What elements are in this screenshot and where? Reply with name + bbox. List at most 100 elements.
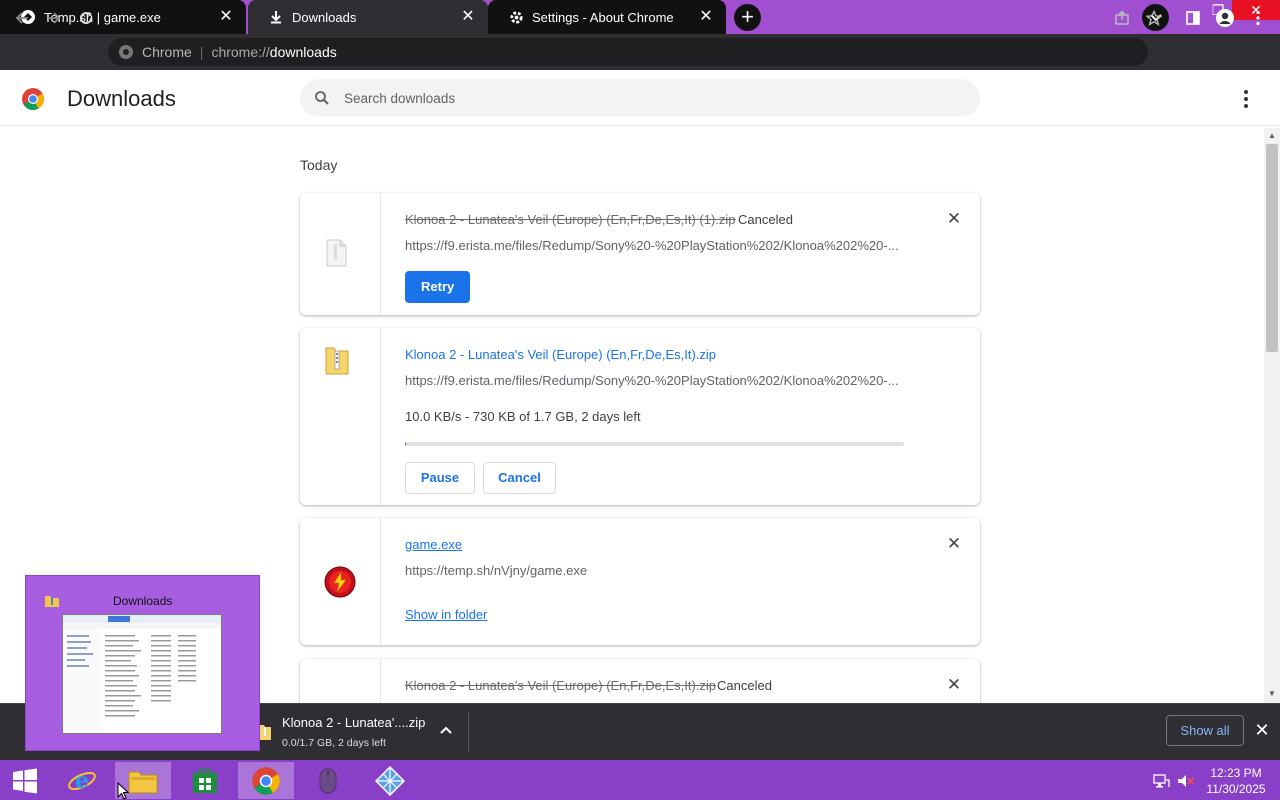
mouse-icon	[319, 768, 337, 793]
vertical-scrollbar[interactable]: ▲ ▼	[1264, 128, 1280, 703]
download-url: https://f9.erista.me/files/Redump/Sony%2…	[405, 238, 899, 253]
taskbar-store[interactable]	[177, 762, 233, 799]
mouse-cursor-icon	[117, 782, 129, 800]
folder-icon	[128, 771, 158, 793]
taskbar-pattern-app[interactable]	[362, 762, 418, 799]
share-button[interactable]	[1109, 5, 1135, 31]
chrome-icon	[252, 766, 280, 795]
reload-button[interactable]	[73, 5, 99, 31]
download-filename: Klonoa 2 - Lunatea's Veil (Europe) (En,F…	[405, 212, 736, 227]
back-button[interactable]	[9, 5, 35, 31]
download-filename-link[interactable]: Klonoa 2 - Lunatea's Veil (Europe) (En,F…	[405, 347, 716, 362]
file-icon-column	[300, 518, 381, 645]
windows-logo-icon	[13, 768, 37, 793]
network-icon[interactable]	[1152, 772, 1170, 790]
thumbnail-window-image	[62, 614, 222, 734]
diamond-grid-icon	[375, 765, 405, 796]
file-icon-column	[300, 193, 381, 315]
tab-temp-sh[interactable]: Temp.sh | game.exe ✕	[0, 0, 246, 34]
star-icon	[1146, 10, 1162, 26]
remove-item-close-icon[interactable]: ✕	[946, 210, 962, 227]
tab-label: Downloads	[292, 9, 357, 25]
download-status: Canceled	[738, 212, 793, 227]
download-status: Canceled	[717, 678, 772, 693]
start-button[interactable]	[0, 762, 50, 799]
clock-date: 11/30/2025	[1206, 782, 1266, 796]
shelf-divider	[468, 712, 469, 752]
search-icon	[315, 91, 329, 105]
scroll-down-arrow-icon[interactable]: ▼	[1267, 689, 1277, 699]
tab-label: Temp.sh | game.exe	[44, 9, 161, 25]
site-label: Chrome	[142, 44, 192, 60]
file-icon-column	[300, 328, 381, 505]
page-title: Downloads	[67, 86, 176, 111]
store-icon	[193, 768, 217, 793]
download-item-completed: game.exe https://temp.sh/nVjny/game.exe …	[300, 518, 980, 645]
exe-app-icon	[324, 566, 356, 598]
tab-settings[interactable]: Settings - About Chrome ✕	[488, 0, 726, 34]
download-progress-text: 10.0 KB/s - 730 KB of 1.7 GB, 2 days lef…	[405, 409, 641, 424]
shelf-item-name: Klonoa 2 - Lunatea'....zip	[282, 715, 426, 730]
reload-icon	[80, 12, 93, 25]
shelf-close-icon[interactable]: ✕	[1254, 721, 1270, 739]
cancel-button[interactable]: Cancel	[483, 462, 556, 494]
file-icon	[326, 239, 347, 267]
profile-button[interactable]	[1212, 5, 1238, 31]
taskbar-internet-explorer[interactable]: e	[54, 762, 110, 799]
zip-folder-icon	[325, 347, 349, 375]
download-filename-link[interactable]: game.exe	[405, 537, 462, 552]
kebab-menu-icon	[1256, 10, 1260, 26]
download-icon	[268, 9, 284, 25]
tab-close-icon[interactable]: ✕	[698, 9, 714, 25]
bookmark-button[interactable]	[1141, 5, 1167, 31]
gear-icon	[508, 9, 524, 25]
search-downloads-input[interactable]: Search downloads	[300, 79, 980, 117]
remove-item-close-icon[interactable]: ✕	[946, 535, 962, 552]
tab-downloads[interactable]: Downloads ✕	[248, 0, 488, 34]
shelf-item-status: 0.0/1.7 GB, 2 days left	[282, 737, 386, 749]
taskbar-clock[interactable]: 12:23 PM 11/30/2025	[1200, 765, 1272, 797]
chrome-site-icon	[119, 45, 133, 59]
downloads-menu-button[interactable]	[1236, 88, 1256, 110]
scroll-up-arrow-icon[interactable]: ▲	[1267, 131, 1277, 141]
volume-muted-icon[interactable]	[1176, 772, 1194, 790]
address-bar[interactable]: Chrome | chrome://downloads	[108, 38, 1148, 66]
side-panel-button[interactable]	[1180, 5, 1206, 31]
share-icon	[1115, 10, 1129, 25]
clock-time: 12:23 PM	[1210, 766, 1262, 780]
internet-explorer-icon: e	[68, 768, 96, 794]
browser-menu-button[interactable]	[1245, 5, 1271, 31]
arrow-left-icon	[15, 12, 28, 24]
tab-close-icon[interactable]: ✕	[218, 9, 234, 25]
chevron-up-icon[interactable]	[438, 723, 454, 739]
download-url: https://f9.erista.me/files/Redump/Sony%2…	[405, 373, 899, 388]
tab-close-icon[interactable]: ✕	[460, 9, 476, 25]
remove-item-close-icon[interactable]: ✕	[946, 676, 962, 693]
pause-button[interactable]: Pause	[405, 462, 475, 494]
avatar-icon	[1216, 9, 1234, 27]
date-section-heading: Today	[300, 157, 338, 173]
side-panel-icon	[1186, 11, 1200, 25]
show-in-folder-link[interactable]: Show in folder	[405, 607, 487, 622]
show-all-button[interactable]: Show all	[1166, 715, 1244, 746]
search-placeholder: Search downloads	[344, 90, 456, 106]
taskbar-mouse-app[interactable]	[300, 762, 356, 799]
folder-icon	[45, 596, 59, 607]
taskbar-chrome[interactable]	[238, 762, 294, 799]
zip-folder-icon	[259, 724, 271, 740]
arrow-right-icon	[48, 12, 61, 24]
svg-text:e: e	[75, 768, 89, 794]
download-item-canceled: Klonoa 2 - Lunatea's Veil (Europe) (En,F…	[300, 193, 980, 315]
new-tab-button[interactable]: +	[734, 4, 761, 31]
scrollbar-thumb[interactable]	[1266, 144, 1278, 352]
tab-label: Settings - About Chrome	[532, 9, 674, 25]
download-progress-bar	[405, 442, 904, 446]
address-divider: |	[199, 44, 204, 60]
shelf-download-item[interactable]	[256, 703, 468, 760]
thumbnail-title: Downloads	[113, 594, 173, 608]
download-url: https://temp.sh/nVjny/game.exe	[405, 563, 588, 578]
url-text: chrome://downloads	[211, 44, 337, 60]
forward-button[interactable]	[41, 5, 67, 31]
retry-button[interactable]: Retry	[405, 271, 471, 303]
chrome-logo-icon	[21, 87, 45, 116]
